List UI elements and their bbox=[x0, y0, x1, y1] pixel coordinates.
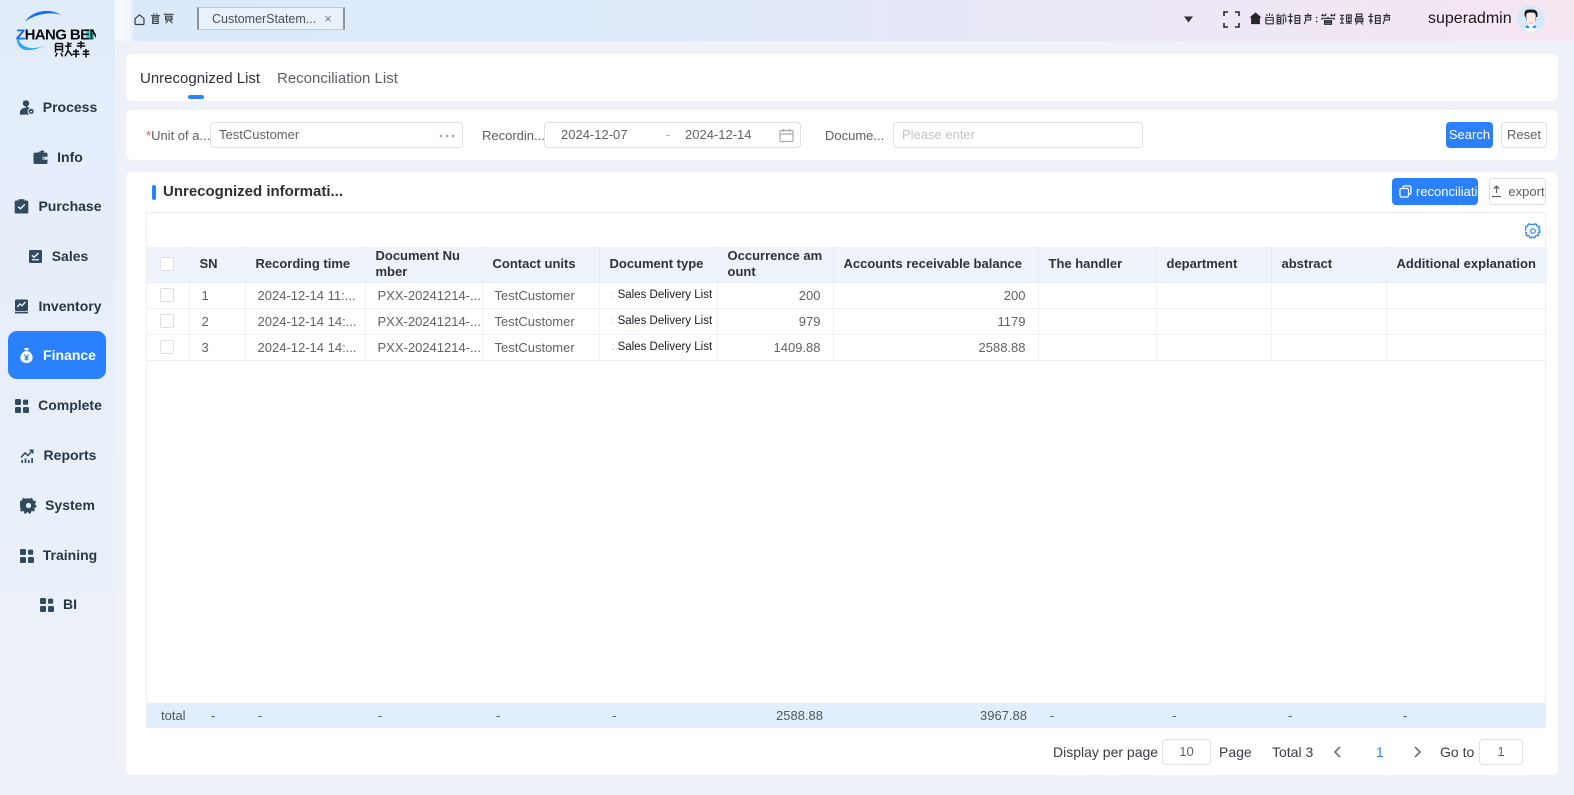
svg-text:Z: Z bbox=[16, 27, 25, 44]
svg-text:ZHANG BEN: ZHANG BEN bbox=[16, 27, 96, 44]
